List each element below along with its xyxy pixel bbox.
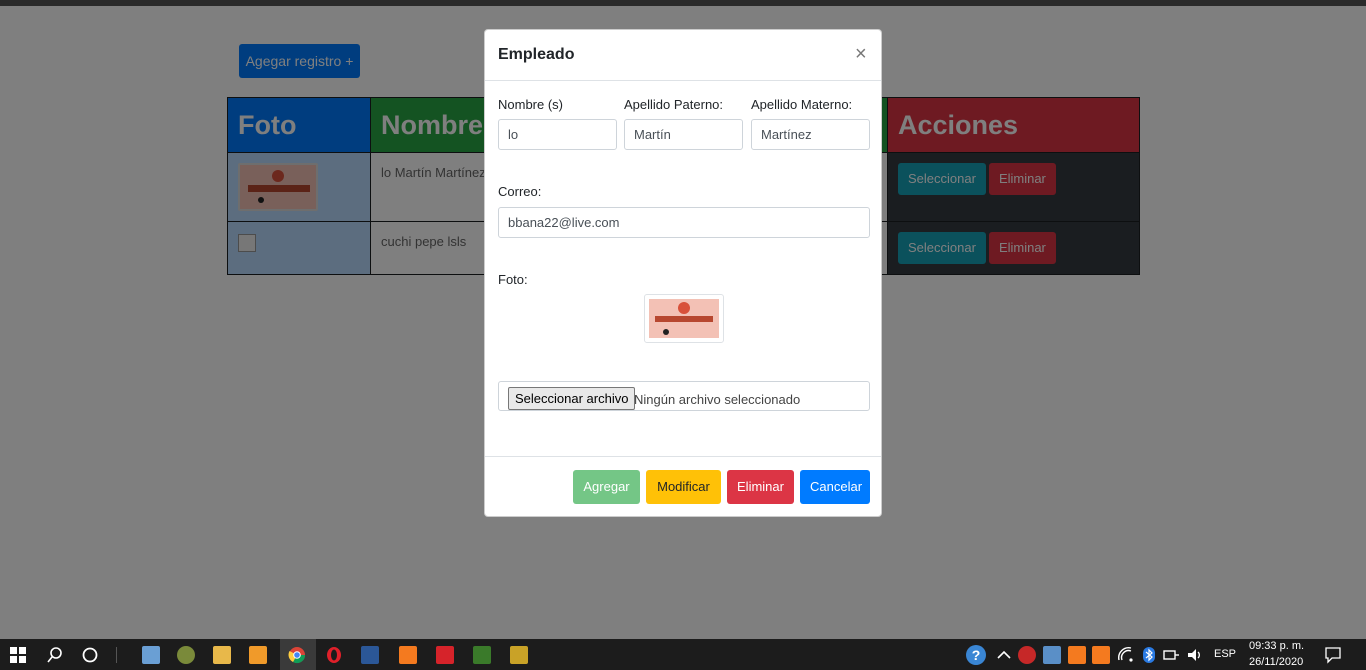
- help-icon[interactable]: ?: [965, 644, 987, 666]
- modificar-button[interactable]: Modificar: [646, 470, 721, 504]
- eliminar-button[interactable]: Eliminar: [727, 470, 794, 504]
- nombre-label: Nombre (s): [498, 97, 564, 112]
- windows-taskbar: ? ESP 09:33 p. m. 26/11/2020: [0, 639, 1366, 670]
- bluetooth-icon[interactable]: [1140, 646, 1158, 664]
- modal-footer: Agregar Modificar Eliminar Cancelar: [485, 456, 881, 516]
- xampp-icon[interactable]: [399, 646, 417, 664]
- cortana-icon[interactable]: [81, 646, 99, 664]
- svg-text:?: ?: [972, 647, 981, 663]
- language-indicator[interactable]: ESP: [1214, 648, 1236, 660]
- volume-icon[interactable]: [1186, 646, 1204, 664]
- modal-header: Empleado ×: [485, 30, 881, 81]
- preview-title-bar: [655, 316, 713, 322]
- notifications-icon[interactable]: [1324, 646, 1342, 664]
- search-icon[interactable]: [46, 646, 64, 664]
- preview-dot: [663, 329, 669, 335]
- taskbar-divider: [116, 647, 117, 663]
- modal-title: Empleado: [498, 46, 575, 63]
- choose-file-button[interactable]: Seleccionar archivo: [508, 387, 636, 410]
- clock-date[interactable]: 26/11/2020: [1249, 656, 1303, 668]
- apellido-materno-label: Apellido Materno:: [751, 97, 853, 112]
- photo-preview: [644, 294, 724, 343]
- clock-time[interactable]: 09:33 p. m.: [1249, 640, 1304, 652]
- file-input[interactable]: Seleccionar archivo Ningún archivo selec…: [498, 381, 870, 411]
- preview-sun-shape: [678, 302, 690, 314]
- app-cube-icon[interactable]: [142, 646, 160, 664]
- chevron-up-icon[interactable]: [995, 646, 1013, 664]
- agregar-button[interactable]: Agregar: [573, 470, 640, 504]
- apellido-paterno-label: Apellido Paterno:: [624, 97, 724, 112]
- photo-preview-image: [649, 299, 719, 338]
- foto-label: Foto:: [498, 272, 528, 287]
- windows-start-icon[interactable]: [9, 646, 27, 664]
- nombre-input[interactable]: lo: [498, 119, 617, 150]
- file-status: Ningún archivo seleccionado: [634, 392, 801, 407]
- word-icon[interactable]: [361, 646, 379, 664]
- sublime-text-icon[interactable]: [249, 646, 267, 664]
- file-explorer-icon[interactable]: [213, 646, 231, 664]
- apellido-materno-input[interactable]: Martínez: [751, 119, 870, 150]
- chrome-icon[interactable]: [288, 646, 306, 664]
- close-icon[interactable]: ×: [855, 43, 867, 66]
- app-red-icon[interactable]: [436, 646, 454, 664]
- terminal-icon[interactable]: [473, 646, 491, 664]
- correo-label: Correo:: [498, 184, 542, 199]
- power-plug-icon[interactable]: [1162, 646, 1180, 664]
- cancelar-button[interactable]: Cancelar: [800, 470, 870, 504]
- tray-xampp-2-icon[interactable]: [1092, 646, 1110, 664]
- tray-network-app-icon[interactable]: [1043, 646, 1061, 664]
- tray-antivirus-icon[interactable]: [1018, 646, 1036, 664]
- apellido-paterno-input[interactable]: Martín: [624, 119, 743, 150]
- employee-modal: Empleado × Nombre (s) Apellido Paterno: …: [484, 29, 882, 517]
- wifi-icon[interactable]: [1117, 646, 1135, 664]
- app-geo-icon[interactable]: [177, 646, 195, 664]
- tray-xampp-icon[interactable]: [1068, 646, 1086, 664]
- correo-input[interactable]: bbana22@live.com: [498, 207, 870, 238]
- app-diamond-icon[interactable]: [510, 646, 528, 664]
- opera-icon[interactable]: [325, 646, 343, 664]
